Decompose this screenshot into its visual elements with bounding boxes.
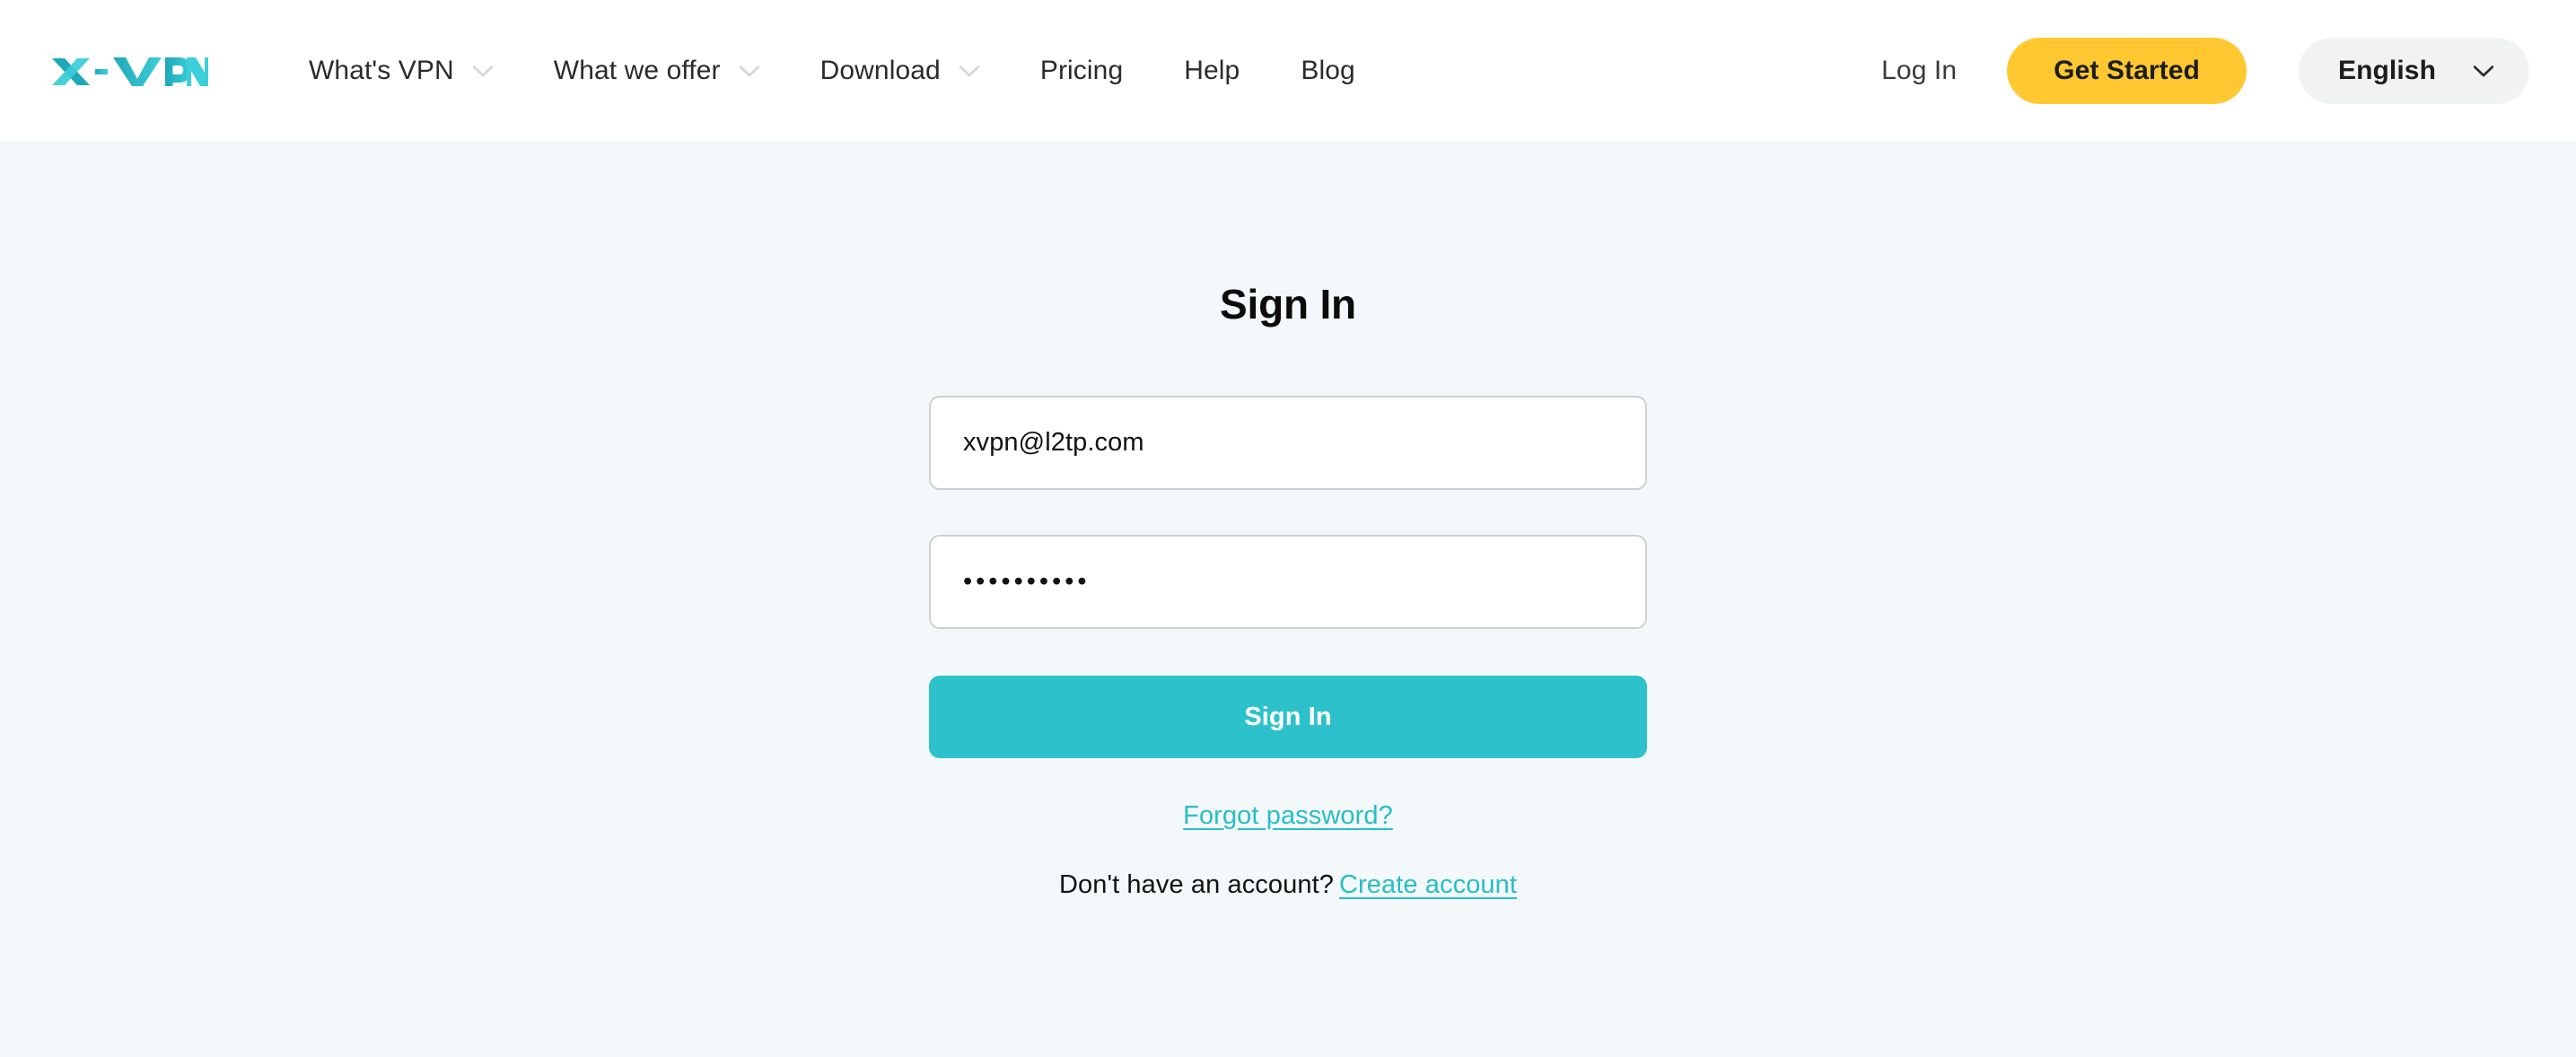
create-account-link[interactable]: Create account bbox=[1339, 870, 1517, 899]
signup-prompt-text: Don't have an account? bbox=[1058, 870, 1334, 899]
get-started-button[interactable]: Get Started bbox=[2007, 38, 2247, 104]
sign-in-form: Sign In Sign In Forgot password? Don't h… bbox=[929, 142, 1647, 900]
main-navigation: What's VPN What we offer Download Pricin… bbox=[278, 0, 1386, 142]
nav-item-label: What we offer bbox=[553, 56, 721, 85]
nav-item-whats-vpn[interactable]: What's VPN bbox=[278, 0, 523, 142]
nav-item-label: Download bbox=[819, 56, 941, 85]
nav-item-pricing[interactable]: Pricing bbox=[1010, 0, 1153, 142]
signup-row: Don't have an account? Create account bbox=[929, 870, 1647, 900]
chevron-down-icon bbox=[959, 65, 979, 77]
main-content: Sign In Sign In Forgot password? Don't h… bbox=[0, 142, 2576, 1057]
nav-item-label: Blog bbox=[1301, 56, 1355, 85]
log-in-link[interactable]: Log In bbox=[1881, 56, 1957, 86]
password-field[interactable] bbox=[929, 535, 1647, 629]
logo-x-vpn[interactable] bbox=[50, 46, 208, 96]
chevron-down-icon bbox=[2474, 65, 2493, 77]
chevron-down-icon bbox=[472, 65, 493, 77]
nav-item-download[interactable]: Download bbox=[790, 0, 1010, 142]
chevron-down-icon bbox=[739, 65, 759, 77]
nav-item-label: What's VPN bbox=[309, 56, 454, 85]
page-title: Sign In bbox=[1220, 281, 1356, 328]
nav-item-help[interactable]: Help bbox=[1153, 0, 1270, 142]
header-actions: Log In Get Started English bbox=[1881, 38, 2529, 104]
nav-item-what-we-offer[interactable]: What we offer bbox=[523, 0, 790, 142]
forgot-password-row: Forgot password? bbox=[929, 801, 1647, 831]
forgot-password-link[interactable]: Forgot password? bbox=[1183, 801, 1393, 830]
sign-in-button[interactable]: Sign In bbox=[929, 676, 1647, 758]
nav-item-label: Pricing bbox=[1039, 56, 1124, 85]
language-selected-label: English bbox=[2337, 56, 2436, 85]
language-selector[interactable]: English bbox=[2298, 38, 2529, 104]
site-header: What's VPN What we offer Download Pricin… bbox=[0, 0, 2576, 142]
x-vpn-logo-icon bbox=[52, 57, 208, 86]
nav-item-blog[interactable]: Blog bbox=[1270, 0, 1385, 142]
email-field[interactable] bbox=[929, 396, 1647, 490]
nav-item-label: Help bbox=[1184, 56, 1240, 85]
